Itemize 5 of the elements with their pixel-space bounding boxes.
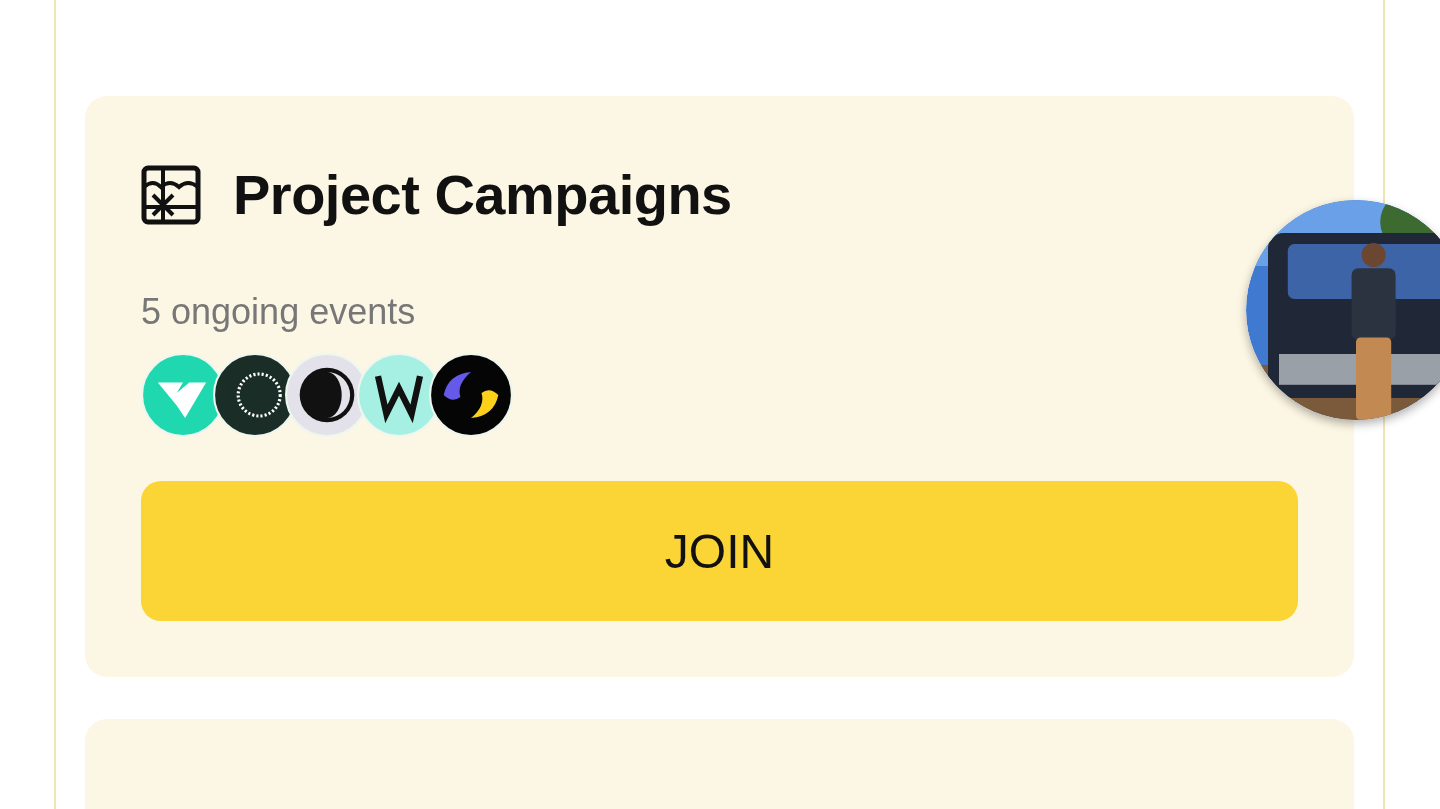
logo-icon [429,353,513,437]
join-button[interactable]: JOIN [141,481,1298,621]
card-title: Project Campaigns [233,162,732,227]
calendar-icon [141,164,201,225]
event-count: 5 ongoing events [141,291,417,333]
